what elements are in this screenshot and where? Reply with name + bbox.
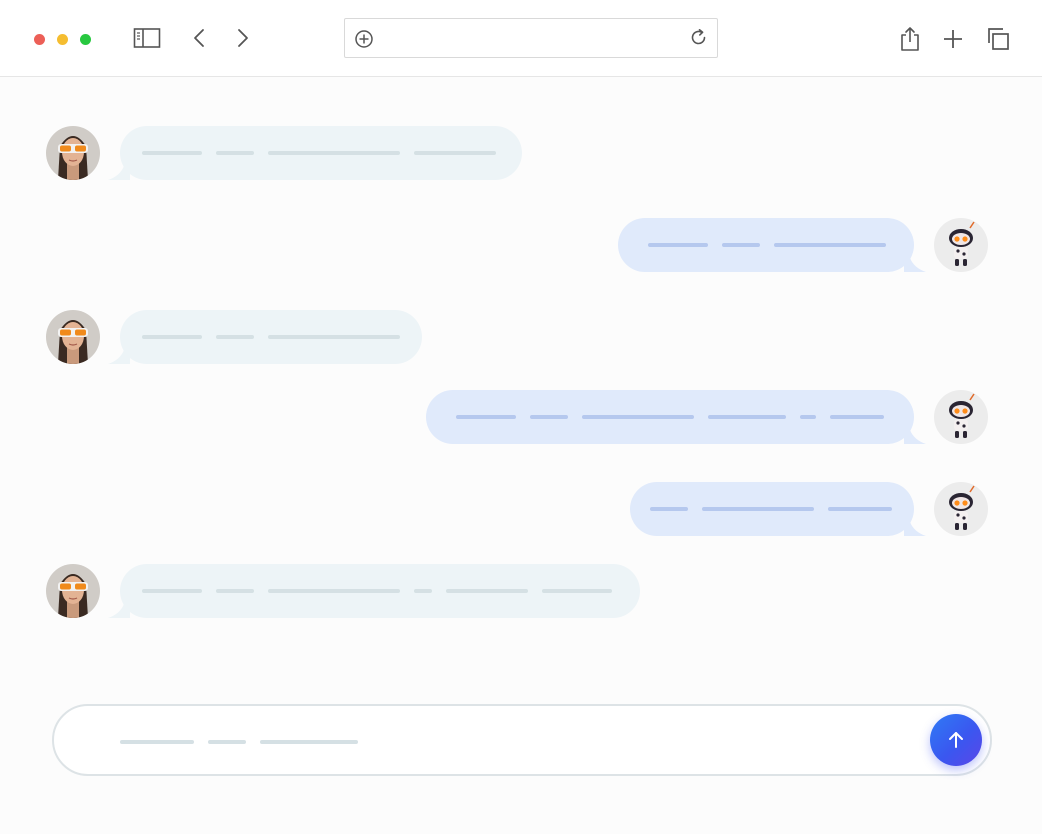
minimize-window-button[interactable]: [57, 34, 68, 45]
user-avatar: [46, 310, 100, 364]
message-bubble: [630, 482, 926, 536]
text-placeholder-line: [708, 415, 786, 419]
text-placeholder-line: [530, 415, 568, 419]
input-placeholder-line: [120, 740, 194, 744]
text-placeholder-line: [142, 335, 202, 339]
maximize-window-button[interactable]: [80, 34, 91, 45]
bubble-tail: [904, 430, 926, 444]
text-placeholder-line: [456, 415, 516, 419]
text-placeholder-line: [582, 415, 694, 419]
text-placeholder-line: [648, 243, 708, 247]
message-bubble: [426, 390, 926, 444]
bubble-tail: [904, 522, 926, 536]
bot-avatar: [934, 390, 988, 444]
new-tab-icon[interactable]: [942, 28, 964, 50]
text-placeholder-line: [446, 589, 528, 593]
text-placeholder-line: [268, 589, 400, 593]
text-placeholder-line: [650, 507, 688, 511]
message-bubble: [108, 564, 640, 618]
text-placeholder-line: [268, 151, 400, 155]
text-placeholder-line: [828, 507, 892, 511]
bubble-tail: [108, 350, 130, 364]
text-placeholder-line: [216, 335, 254, 339]
text-placeholder-line: [830, 415, 884, 419]
bubble-tail: [904, 258, 926, 272]
add-bookmark-icon[interactable]: [353, 28, 375, 50]
sidebar-icon[interactable]: [132, 26, 162, 50]
text-placeholder-line: [722, 243, 760, 247]
text-placeholder-line: [414, 589, 432, 593]
user-avatar: [46, 126, 100, 180]
close-window-button[interactable]: [34, 34, 45, 45]
bot-avatar: [934, 218, 988, 272]
back-icon[interactable]: [188, 26, 210, 50]
message-bubble: [108, 310, 422, 364]
message-input[interactable]: [52, 704, 992, 776]
text-placeholder-line: [414, 151, 496, 155]
input-placeholder-line: [260, 740, 358, 744]
text-placeholder-line: [142, 589, 202, 593]
text-placeholder-line: [702, 507, 814, 511]
forward-icon[interactable]: [232, 26, 254, 50]
text-placeholder-line: [800, 415, 816, 419]
text-placeholder-line: [142, 151, 202, 155]
message-bubble: [108, 126, 522, 180]
message-bubble: [618, 218, 926, 272]
share-icon[interactable]: [898, 25, 922, 53]
send-button[interactable]: [930, 714, 982, 766]
tabs-overview-icon[interactable]: [985, 26, 1011, 52]
bot-avatar: [934, 482, 988, 536]
browser-toolbar: [0, 0, 1042, 77]
arrow-up-icon: [949, 732, 963, 748]
text-placeholder-line: [542, 589, 612, 593]
address-bar[interactable]: [344, 18, 718, 58]
reload-icon[interactable]: [687, 27, 711, 49]
bubble-tail: [108, 604, 130, 618]
input-placeholder-line: [208, 740, 246, 744]
text-placeholder-line: [774, 243, 886, 247]
text-placeholder-line: [216, 589, 254, 593]
text-placeholder-line: [268, 335, 400, 339]
bubble-tail: [108, 166, 130, 180]
text-placeholder-line: [216, 151, 254, 155]
user-avatar: [46, 564, 100, 618]
